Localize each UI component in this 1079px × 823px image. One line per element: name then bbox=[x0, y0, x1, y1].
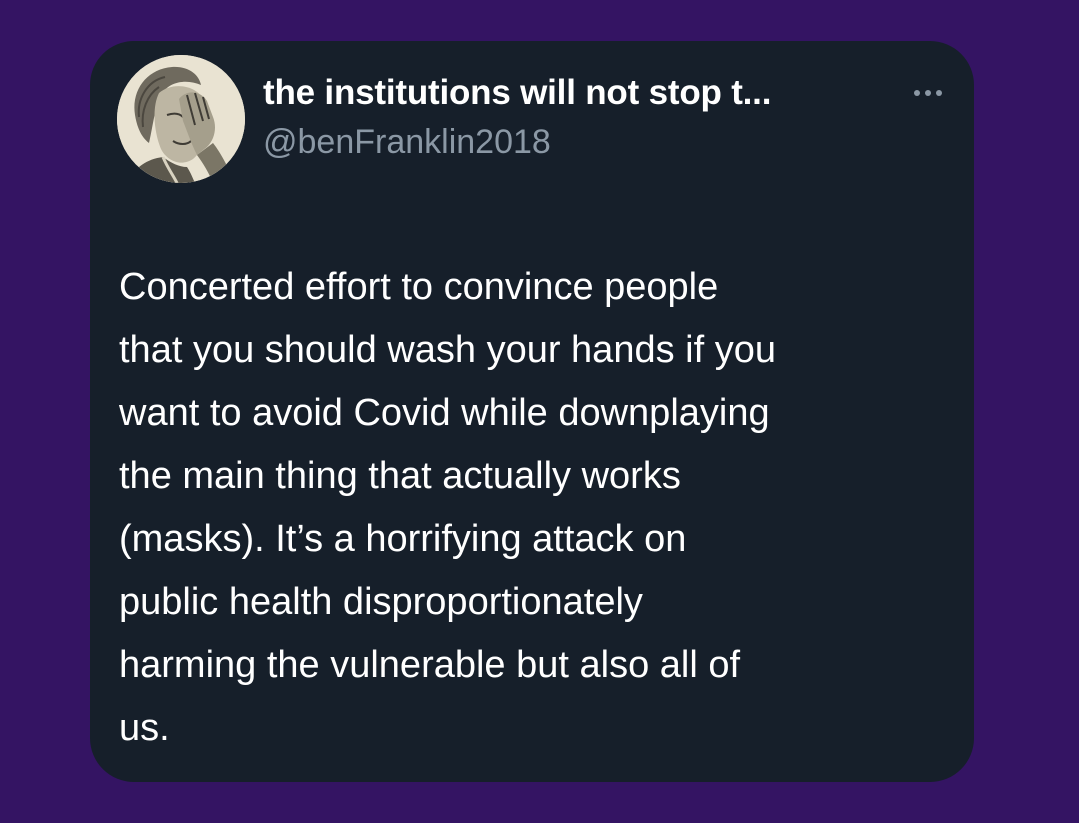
tweet-text: Concerted effort to convince people that… bbox=[119, 266, 776, 749]
author-handle[interactable]: @benFranklin2018 bbox=[263, 123, 551, 162]
tweet-card[interactable]: the institutions will not stop t... @ben… bbox=[90, 41, 974, 782]
author-avatar[interactable] bbox=[117, 55, 245, 183]
ben-franklin-facepalm-icon bbox=[117, 55, 245, 183]
author-display-name[interactable]: the institutions will not stop t... bbox=[263, 73, 771, 113]
more-options-icon[interactable] bbox=[913, 87, 943, 99]
